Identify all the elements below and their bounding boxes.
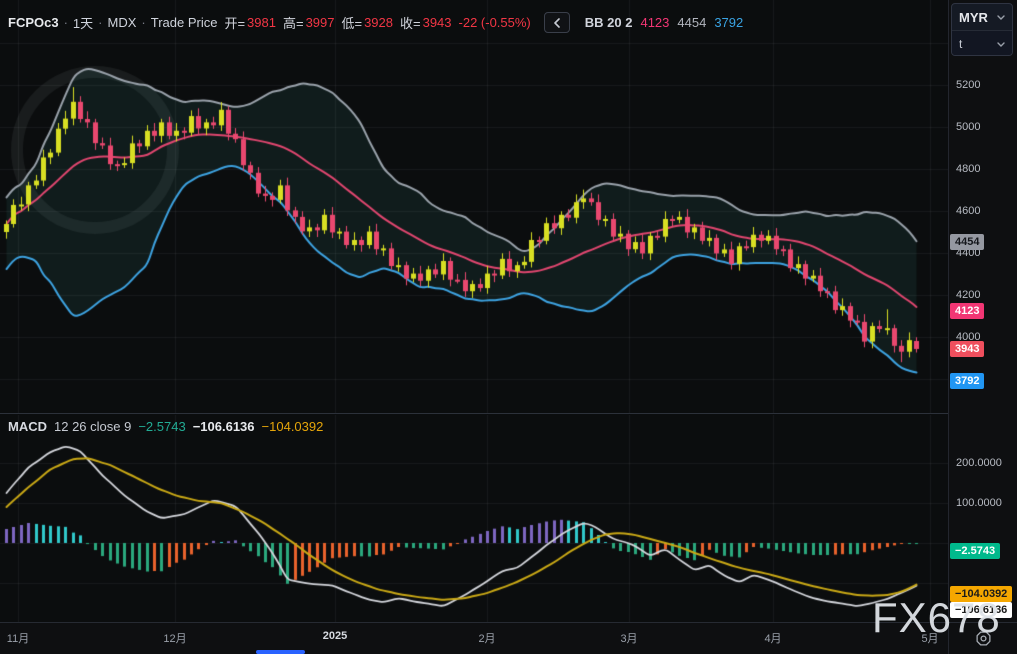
symbol-legend: FCPOc3 · 1天 · MDX · Trade Price 开= 3981 … [8, 12, 743, 33]
interval-label[interactable]: 1天 [73, 13, 93, 32]
legend-separator: · [141, 15, 145, 30]
price-tick-label: 5000 [956, 121, 980, 133]
legend-separator: · [64, 15, 68, 30]
macd-badge: −106.6136 [950, 602, 1012, 618]
time-axis-label: 11月 [7, 630, 29, 646]
ohlc-close: 收= 3943 [400, 13, 452, 32]
unit-value: t [959, 37, 962, 51]
collapse-legend-button[interactable] [544, 12, 570, 33]
time-axis-label: 4月 [764, 630, 781, 646]
trading-chart-app: FCPOc3 · 1天 · MDX · Trade Price 开= 3981 … [0, 0, 1017, 654]
macd-signal-value: −104.0392 [262, 419, 324, 434]
time-axis-label: 2025 [323, 630, 347, 642]
time-axis-label: 2月 [478, 630, 495, 646]
macd-badge: −2.5743 [950, 543, 1000, 559]
ohlc-low: 低= 3928 [341, 13, 393, 32]
currency-dropdown[interactable]: MYR [952, 4, 1012, 30]
chevron-down-icon [997, 15, 1005, 20]
price-badge: 4454 [950, 234, 984, 250]
price-badge: 4123 [950, 303, 984, 319]
macd-line-value: −106.6136 [193, 419, 255, 434]
price-tick-label: 4200 [956, 289, 980, 301]
price-change: -22 (-0.55%) [459, 15, 531, 30]
chevron-left-icon [553, 18, 561, 28]
legend-separator: · [98, 15, 102, 30]
macd-legend: MACD 12 26 close 9 −2.5743 −106.6136 −10… [8, 419, 323, 434]
macd-hist-value: −2.5743 [138, 419, 185, 434]
macd-tick-label: 100.0000 [956, 497, 1002, 509]
macd-tick-label: 200.0000 [956, 457, 1002, 469]
ohlc-high: 高= 3997 [283, 13, 335, 32]
time-axis[interactable]: 11月 12月 2025 2月 3月 4月 5月 [0, 622, 948, 654]
axis-settings-box: MYR t [951, 3, 1013, 56]
bb-basis-value: 4123 [640, 15, 669, 30]
bb-lower-value: 3792 [714, 15, 743, 30]
time-axis-label: 12月 [163, 630, 186, 646]
macd-title[interactable]: MACD [8, 419, 47, 434]
price-chart-canvas[interactable] [0, 0, 948, 413]
bb-legend[interactable]: BB 20 2 4123 4454 3792 [585, 15, 743, 30]
chevron-down-icon [997, 42, 1005, 47]
currency-value: MYR [959, 10, 988, 25]
series-type-label: Trade Price [151, 15, 218, 30]
pane-separator[interactable] [0, 413, 948, 414]
timeline-scrollbar-thumb[interactable] [256, 650, 305, 654]
bb-upper-value: 4454 [677, 15, 706, 30]
time-axis-label: 3月 [620, 630, 637, 646]
settings-gear-icon[interactable] [975, 630, 992, 647]
axis-corner [948, 622, 1017, 654]
price-tick-label: 5200 [956, 79, 980, 91]
macd-chart-canvas[interactable] [0, 415, 948, 622]
price-badge: 3792 [950, 373, 984, 389]
ohlc-open: 开= 3981 [224, 13, 276, 32]
price-tick-label: 4800 [956, 163, 980, 175]
bb-title: BB 20 2 [585, 15, 633, 30]
macd-params: 12 26 close 9 [54, 419, 131, 434]
time-axis-label: 5月 [921, 630, 938, 646]
exchange-label: MDX [108, 15, 137, 30]
price-badge: 3943 [950, 341, 984, 357]
price-tick-label: 4600 [956, 205, 980, 217]
symbol-name[interactable]: FCPOc3 [8, 15, 59, 30]
price-axis[interactable]: MYR t 5200500048004600440042004000200.00… [948, 0, 1017, 654]
unit-dropdown[interactable]: t [952, 30, 1012, 56]
macd-badge: −104.0392 [950, 586, 1012, 602]
